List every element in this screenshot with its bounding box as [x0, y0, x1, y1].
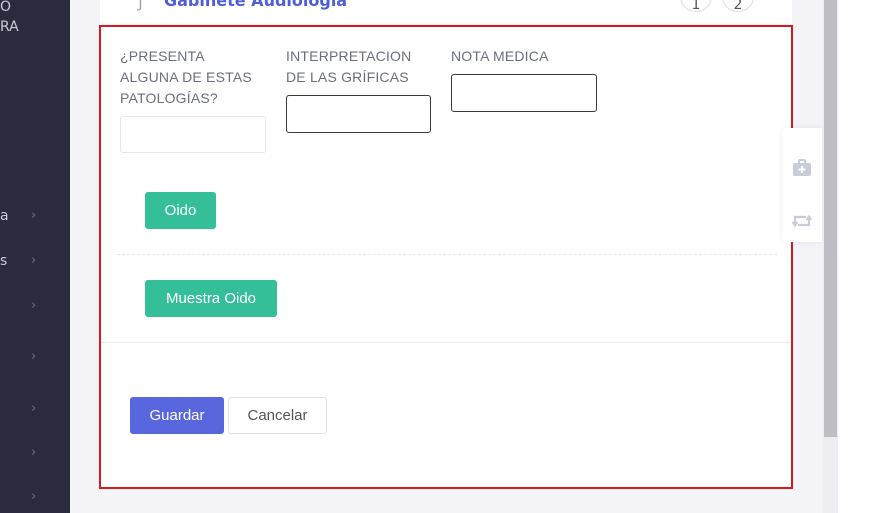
muestra-oido-button[interactable]: Muestra Oido	[145, 280, 277, 317]
save-button[interactable]: Guardar	[130, 397, 224, 434]
patologias-input[interactable]	[120, 116, 266, 153]
label-line: INTERPRETACION	[286, 48, 412, 64]
sidebar: O RA a s › › › › › › ›	[0, 0, 70, 513]
medkit-icon[interactable]	[792, 158, 812, 178]
field-patologias: ¿PRESENTA ALGUNA DE ESTAS PATOLOGÍAS?	[120, 46, 270, 109]
interpretacion-input[interactable]	[286, 95, 431, 133]
label-line: ALGUNA DE ESTAS	[120, 69, 252, 85]
sidebar-item-label[interactable]: s	[0, 253, 7, 269]
wizard-step-2[interactable]: 2	[722, 0, 754, 13]
section-header-card: ƒ Gabinete Audiologia 1 2	[100, 0, 792, 24]
scrollbar-thumb[interactable]	[824, 0, 837, 437]
sidebar-item-label[interactable]: a	[0, 208, 9, 224]
chevron-right-icon[interactable]: ›	[31, 445, 36, 460]
retweet-icon[interactable]	[792, 211, 812, 231]
chevron-right-icon[interactable]: ›	[31, 401, 36, 416]
chevron-right-icon[interactable]: ›	[31, 349, 36, 364]
form-card: ¿PRESENTA ALGUNA DE ESTAS PATOLOGÍAS? IN…	[99, 25, 793, 489]
dashed-divider	[117, 254, 777, 255]
field-label: ¿PRESENTA ALGUNA DE ESTAS PATOLOGÍAS?	[120, 46, 270, 109]
sidebar-text-fragment: O	[0, 0, 12, 15]
label-line: DE LAS GRÍFICAS	[286, 69, 409, 85]
divider	[101, 342, 791, 343]
field-interpretacion: INTERPRETACION DE LAS GRÍFICAS	[286, 46, 436, 88]
wizard-step-1[interactable]: 1	[680, 0, 712, 13]
chevron-right-icon[interactable]: ›	[31, 489, 36, 504]
chevron-right-icon[interactable]: ›	[31, 208, 36, 223]
field-label: INTERPRETACION DE LAS GRÍFICAS	[286, 46, 436, 88]
quick-toolbar	[782, 128, 822, 242]
field-label: NOTA MEDICA	[451, 46, 601, 67]
cancel-button[interactable]: Cancelar	[228, 397, 327, 434]
field-nota-medica: NOTA MEDICA	[451, 46, 601, 67]
stethoscope-icon: ƒ	[138, 0, 144, 11]
sidebar-text-fragment: RA	[0, 19, 19, 35]
label-line: PATOLOGÍAS?	[120, 90, 218, 106]
label-line: ¿PRESENTA	[120, 48, 205, 64]
label-line: NOTA MEDICA	[451, 48, 549, 64]
oido-button[interactable]: Oido	[145, 192, 216, 229]
chevron-right-icon[interactable]: ›	[31, 253, 36, 268]
section-title: Gabinete Audiologia	[164, 0, 348, 10]
chevron-right-icon[interactable]: ›	[31, 298, 36, 313]
nota-medica-input[interactable]	[451, 74, 597, 112]
